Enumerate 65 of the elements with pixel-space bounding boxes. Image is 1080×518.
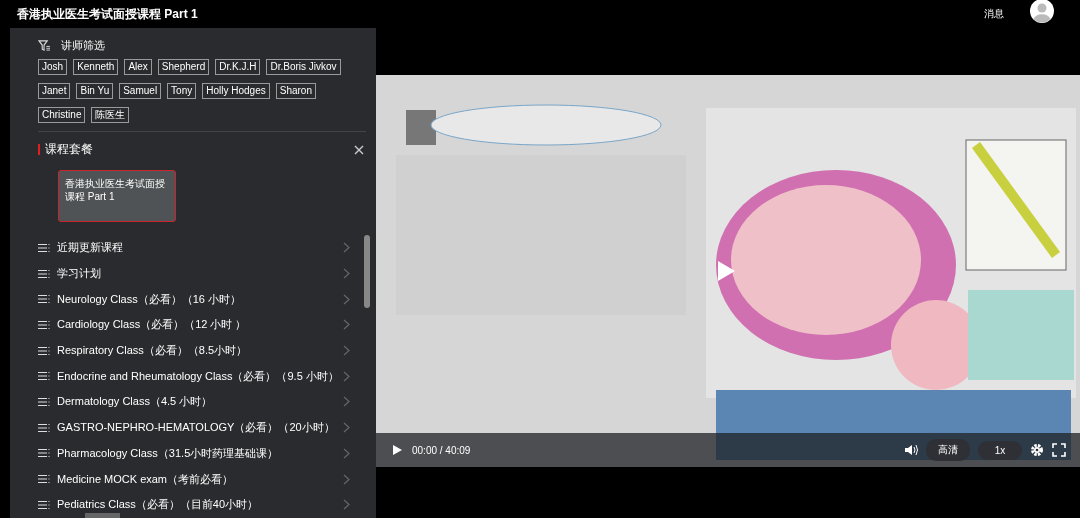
instructor-tag[interactable]: Kenneth — [73, 59, 119, 75]
instructor-tag[interactable]: Bin Yu — [76, 83, 114, 99]
chevron-icon[interactable] — [343, 473, 350, 485]
chevron-icon[interactable] — [343, 319, 350, 331]
course-item[interactable]: Respiratory Class（必看）（8.5小时） — [57, 343, 248, 359]
course-item[interactable]: Neurology Class（必看）（16 小时） — [57, 291, 241, 307]
play-icon[interactable] — [390, 443, 404, 457]
list-icon — [38, 396, 50, 407]
scrollbar-thumb[interactable] — [364, 235, 370, 308]
scrollbar-thumb[interactable] — [85, 513, 120, 518]
avatar-icon[interactable] — [1030, 0, 1054, 23]
accent-bar — [38, 144, 40, 155]
course-item[interactable]: GASTRO-NEPHRO-HEMATOLOGY（必看）（20小时） — [57, 420, 335, 436]
close-icon[interactable] — [354, 144, 364, 155]
filter-icon — [38, 40, 51, 51]
list-icon — [38, 345, 50, 356]
course-item[interactable]: Medicine MOCK exam（考前必看） — [57, 471, 234, 487]
instructor-tag[interactable]: Samuel — [119, 83, 162, 99]
list-icon — [38, 294, 50, 305]
course-item[interactable]: Endocrine and Rheumatology Class（必看）（9.5 小时） — [57, 368, 339, 384]
time-display: 00:00 / 40:09 — [412, 444, 471, 456]
course-item[interactable]: Pharmacology Class（31.5小时药理基础课） — [57, 445, 279, 461]
instructor-tag[interactable]: Sharon — [275, 83, 316, 99]
chevron-icon[interactable] — [343, 293, 350, 305]
list-icon — [38, 499, 50, 510]
instructor-tag[interactable]: Tony — [167, 83, 197, 99]
list-icon — [38, 268, 50, 279]
course-item[interactable]: Cardiology Class（必看）（12 小时 ） — [57, 317, 247, 333]
section-title: 课程套餐 — [45, 141, 94, 158]
chevron-icon[interactable] — [343, 447, 350, 459]
volume-icon[interactable] — [904, 443, 918, 457]
course-item[interactable]: 近期更新课程 — [57, 240, 123, 256]
chevron-icon[interactable] — [343, 422, 350, 434]
instructor-tag[interactable]: Dr.Boris Jivkov — [266, 59, 341, 75]
filter-title: 讲师筛选 — [61, 38, 105, 53]
instructor-tag[interactable]: Christine — [38, 107, 86, 123]
list-icon — [38, 448, 50, 459]
list-icon — [38, 319, 50, 330]
quality-button[interactable]: 高清 — [926, 439, 970, 461]
instructor-tag[interactable]: Josh — [38, 59, 68, 75]
chevron-icon[interactable] — [343, 396, 350, 408]
course-item[interactable]: 学习计划 — [57, 266, 101, 282]
instructor-tag[interactable]: Shepherd — [157, 59, 210, 75]
messages-link[interactable]: 消息 — [984, 7, 1004, 21]
page-title: 香港执业医生考试面授课程 Part 1 — [17, 5, 199, 23]
speed-button[interactable]: 1x — [978, 440, 1022, 460]
instructor-tag[interactable]: Alex — [124, 59, 152, 75]
fullscreen-icon[interactable] — [1052, 443, 1066, 457]
instructor-tag[interactable]: Janet — [38, 83, 71, 99]
instructor-tag[interactable]: Dr.K.J.H — [215, 59, 261, 75]
chevron-icon[interactable] — [343, 345, 350, 357]
package-card[interactable]: 香港执业医生考试面授课程 Part 1 — [58, 170, 176, 222]
settings-icon[interactable] — [1030, 443, 1044, 457]
chevron-icon[interactable] — [343, 242, 350, 254]
list-icon — [38, 422, 50, 433]
list-icon — [38, 371, 50, 382]
instructor-tag[interactable]: Holly Hodges — [202, 83, 270, 99]
list-icon — [38, 242, 50, 253]
instructor-tag[interactable]: 陈医生 — [91, 107, 130, 123]
course-item[interactable]: Pediatrics Class（必看）（目前40小时） — [57, 497, 259, 513]
course-item[interactable]: Dermatology Class（4.5 小时） — [57, 394, 213, 410]
list-icon — [38, 474, 50, 485]
chevron-icon[interactable] — [343, 268, 350, 280]
chevron-icon[interactable] — [343, 499, 350, 511]
chevron-icon[interactable] — [343, 370, 350, 382]
